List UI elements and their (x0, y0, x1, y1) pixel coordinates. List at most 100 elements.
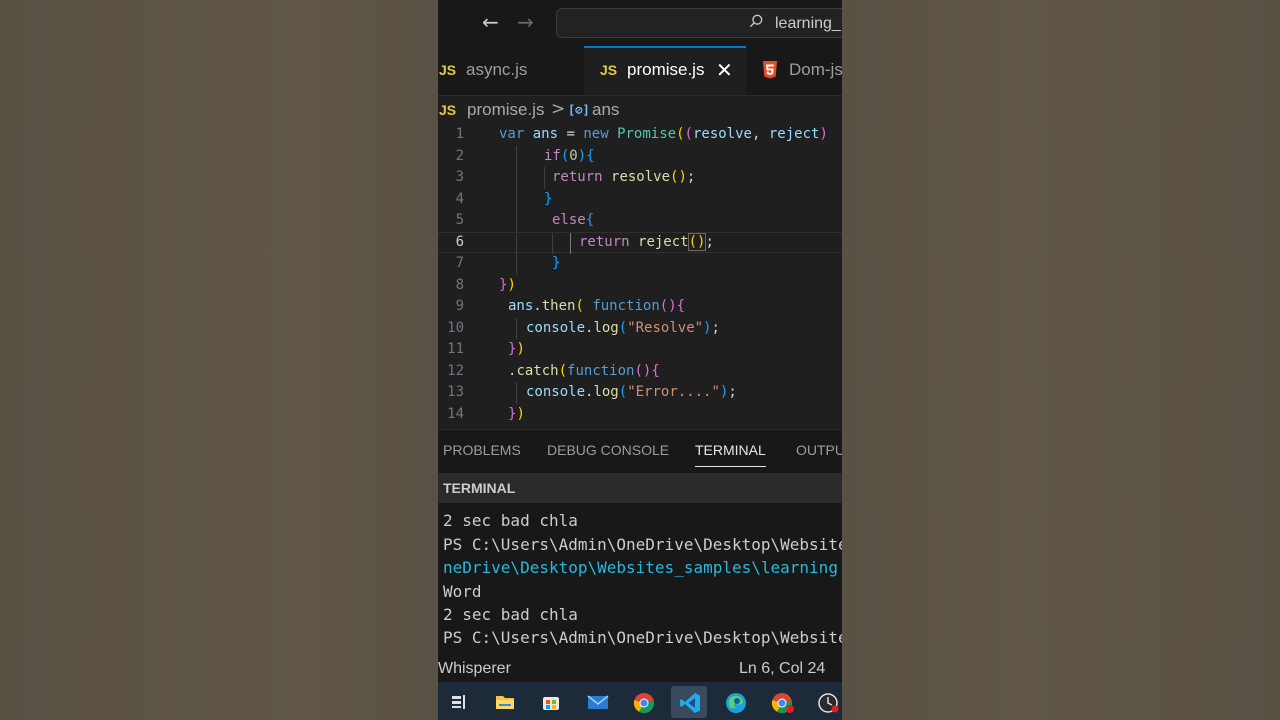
code-line: 12 .catch(function(){ (438, 361, 842, 383)
chrome-profile-icon[interactable] (763, 686, 799, 718)
code-text: else{ (552, 212, 595, 228)
js-file-icon: JS (439, 102, 457, 118)
tab-label: async.js (466, 60, 528, 79)
line-number: 4 (455, 190, 464, 207)
code-line: 2 if(0){ (438, 145, 842, 167)
tab-label: Dom-js (789, 60, 842, 79)
terminal-line: Word (443, 582, 482, 601)
code-line: 5 else{ (438, 210, 842, 232)
indent-guide (516, 188, 517, 210)
tab-debug-console[interactable]: DEBUG CONSOLE (547, 442, 669, 458)
tab-async-js[interactable]: JS async.js (438, 46, 584, 95)
terminal-line: PS C:\Users\Admin\OneDrive\Desktop\Websi… (443, 628, 842, 647)
indent-guide (552, 232, 553, 254)
indent-guide (516, 232, 517, 254)
tab-problems[interactable]: PROBLEMS (443, 442, 521, 458)
task-view-icon[interactable] (440, 686, 476, 718)
chrome-icon[interactable] (625, 686, 661, 718)
code-text: } (544, 190, 553, 207)
indent-guide-active (570, 232, 571, 254)
indent-guide (516, 167, 517, 189)
video-background-left (0, 0, 438, 720)
code-text: if(0){ (544, 147, 595, 164)
tab-promise-js[interactable]: JS promise.js ✕ (584, 46, 746, 95)
line-number: 7 (455, 255, 464, 271)
video-background-right (842, 0, 1280, 720)
indent-guide (544, 167, 545, 189)
indent-guide (516, 145, 517, 167)
code-line: 13 console.log("Error...."); (438, 382, 842, 404)
search-text: learning_ (775, 15, 841, 32)
variable-symbol-icon: [⊘] (568, 103, 590, 117)
code-line: 8 }) (438, 275, 842, 297)
indent-guide (516, 382, 517, 404)
code-line-active: 6 return reject(); (438, 231, 842, 254)
indent-guide (516, 253, 517, 275)
terminal-line: 2 sec bad chla (443, 511, 578, 530)
breadcrumb-file[interactable]: promise.js (467, 100, 544, 120)
breadcrumb-symbol[interactable]: ans (592, 100, 619, 120)
line-number: 3 (455, 169, 464, 185)
breadcrumb: JS promise.js > [⊘] ans (438, 96, 842, 124)
back-arrow-icon[interactable]: ← (482, 10, 499, 34)
code-line: 14 }) (438, 404, 842, 426)
line-number: 10 (447, 319, 464, 336)
line-number: 6 (455, 233, 464, 250)
code-text: ans.then( function(){ (508, 298, 686, 314)
vscode-icon[interactable] (671, 686, 707, 718)
code-line: 3 return resolve(); (438, 167, 842, 189)
code-text: .catch(function(){ (508, 362, 660, 379)
status-whisperer[interactable]: Whisperer (438, 660, 511, 678)
tab-output[interactable]: OUTPUT (796, 442, 842, 458)
code-editor[interactable]: 1 var ans = new Promise((resolve, reject… (438, 124, 842, 429)
indent-guide (516, 210, 517, 232)
status-bar: Whisperer Ln 6, Col 24 (438, 658, 842, 682)
line-number: 13 (447, 384, 464, 400)
terminal-line: PS C:\Users\Admin\OneDrive\Desktop\Websi… (443, 535, 842, 554)
editor-tab-bar: JS async.js JS promise.js ✕ Dom-js (438, 46, 842, 96)
tab-terminal[interactable]: TERMINAL (695, 442, 766, 458)
line-number: 8 (455, 276, 464, 293)
terminal-output[interactable]: 2 sec bad chla PS C:\Users\Admin\OneDriv… (438, 503, 842, 658)
mail-icon[interactable] (579, 686, 615, 718)
tab-dom-js[interactable]: Dom-js (746, 46, 842, 95)
js-file-icon: JS (600, 62, 618, 78)
line-number: 2 (455, 147, 464, 164)
js-file-icon: JS (439, 62, 457, 78)
clock-icon[interactable] (809, 686, 842, 718)
line-number: 1 (455, 126, 464, 142)
code-line: 10 console.log("Resolve"); (438, 317, 842, 339)
code-text: return reject(); (579, 232, 714, 251)
forward-arrow-icon[interactable]: → (517, 10, 534, 34)
active-tab-indicator (695, 466, 766, 467)
line-number: 14 (447, 405, 464, 422)
command-center-search[interactable]: learning_ (556, 8, 842, 38)
close-icon[interactable]: ✕ (716, 58, 733, 82)
line-number: 12 (447, 362, 464, 379)
code-line: 9 ans.then( function(){ (438, 296, 842, 318)
code-text: console.log("Resolve"); (526, 319, 720, 336)
indent-guide (516, 317, 517, 339)
edge-icon[interactable] (717, 686, 753, 718)
status-cursor-position[interactable]: Ln 6, Col 24 (739, 660, 825, 678)
tab-label: promise.js (627, 60, 705, 79)
file-explorer-icon[interactable] (487, 686, 523, 718)
code-line: 7 } (438, 253, 842, 275)
chevron-right-icon: > (551, 99, 566, 119)
panel-tab-bar: PROBLEMS DEBUG CONSOLE TERMINAL OUTPUT (438, 429, 842, 474)
code-line: 4 } (438, 188, 842, 210)
terminal-header: TERMINAL (438, 473, 842, 503)
code-text: }) (508, 405, 525, 422)
windows-taskbar (438, 682, 842, 720)
search-icon (749, 14, 763, 28)
code-text: console.log("Error...."); (526, 384, 737, 400)
terminal-line: 2 sec bad chla (443, 605, 578, 624)
line-number: 9 (455, 298, 464, 314)
code-line: 1 var ans = new Promise((resolve, reject… (438, 124, 842, 146)
code-text: }) (499, 276, 516, 293)
store-icon[interactable] (533, 686, 569, 718)
title-bar: ← → learning_ (438, 0, 842, 46)
code-text: var ans = new Promise((resolve, reject) (499, 126, 828, 142)
terminal-line: neDrive\Desktop\Websites_samples\learnin… (443, 558, 838, 577)
line-number: 5 (455, 212, 464, 228)
